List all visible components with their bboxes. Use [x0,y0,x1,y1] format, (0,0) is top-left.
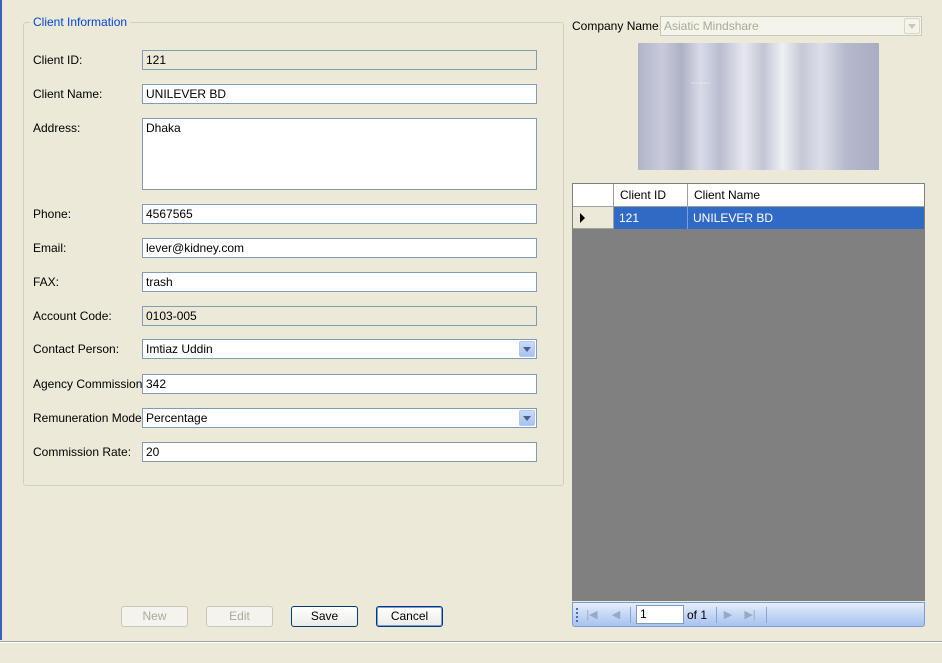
phone-field[interactable]: 4567565 [142,204,537,224]
company-logo-image: ~~~~~ [638,43,879,170]
column-header-client-name[interactable]: Client Name [688,184,924,206]
row-header[interactable] [573,207,614,229]
column-header-client-id[interactable]: Client ID [614,184,688,206]
current-row-icon [580,213,585,223]
contact-person-value: Imtiaz Uddin [146,342,213,356]
toolbar-grip-icon[interactable] [576,608,578,622]
agency-commission-label: Agency Commission: [33,377,146,391]
move-first-icon[interactable]: |◀ [585,608,599,622]
toolbar-separator [766,607,767,623]
contact-person-combo[interactable]: Imtiaz Uddin [142,339,537,359]
grid-corner-cell [573,184,614,206]
grid-header: Client ID Client Name [573,184,924,207]
cell-client-id[interactable]: 121 [614,207,688,229]
move-previous-icon[interactable]: ◀ [609,608,623,622]
cancel-button[interactable]: Cancel [376,606,443,627]
email-label: Email: [33,241,67,255]
commission-rate-label: Commission Rate: [33,445,132,459]
address-field[interactable]: Dhaka [142,118,537,190]
toolbar-separator [716,607,717,623]
chevron-down-icon[interactable] [519,341,535,357]
contact-person-label: Contact Person: [33,342,120,356]
table-row[interactable]: 121 UNILEVER BD [573,207,924,229]
save-button[interactable]: Save [291,606,358,627]
status-strip [0,641,942,663]
company-name-value: Asiatic Mindshare [664,19,759,33]
binding-navigator: |◀ ◀ 1 of 1 ▶ ▶| [572,602,925,627]
client-id-field[interactable]: 121 [142,50,537,70]
edit-button[interactable]: Edit [206,606,273,627]
toolbar-separator [630,607,631,623]
count-label: of 1 [687,608,708,622]
move-next-icon[interactable]: ▶ [721,608,735,622]
company-name-combo[interactable]: Asiatic Mindshare [660,16,922,36]
position-input[interactable]: 1 [636,605,684,624]
account-code-label: Account Code: [33,309,112,323]
remuneration-mode-value: Percentage [146,411,208,425]
remuneration-mode-label: Remuneration Mode: [33,411,146,425]
client-id-label: Client ID: [33,53,83,67]
fax-label: FAX: [33,275,60,289]
account-code-field[interactable]: 0103-005 [142,306,537,326]
client-name-field[interactable]: UNILEVER BD [142,84,537,104]
address-label: Address: [33,121,81,135]
move-last-icon[interactable]: ▶| [743,608,757,622]
chevron-down-icon[interactable] [904,18,920,34]
group-title: Client Information [30,15,131,29]
logo-mark: ~~~~~ [691,81,711,87]
remuneration-mode-combo[interactable]: Percentage [142,408,537,428]
commission-rate-field[interactable]: 20 [142,442,537,462]
company-name-label: Company Name: [572,19,663,33]
agency-commission-field[interactable]: 342 [142,374,537,394]
chevron-down-icon[interactable] [519,410,535,426]
window-left-edge [0,0,2,640]
clients-grid[interactable]: Client ID Client Name 121 UNILEVER BD [572,183,925,601]
phone-label: Phone: [33,207,72,221]
cell-client-name[interactable]: UNILEVER BD [688,207,924,229]
client-name-label: Client Name: [33,87,103,101]
email-field[interactable]: lever@kidney.com [142,238,537,258]
new-button[interactable]: New [121,606,188,627]
fax-field[interactable]: trash [142,272,537,292]
